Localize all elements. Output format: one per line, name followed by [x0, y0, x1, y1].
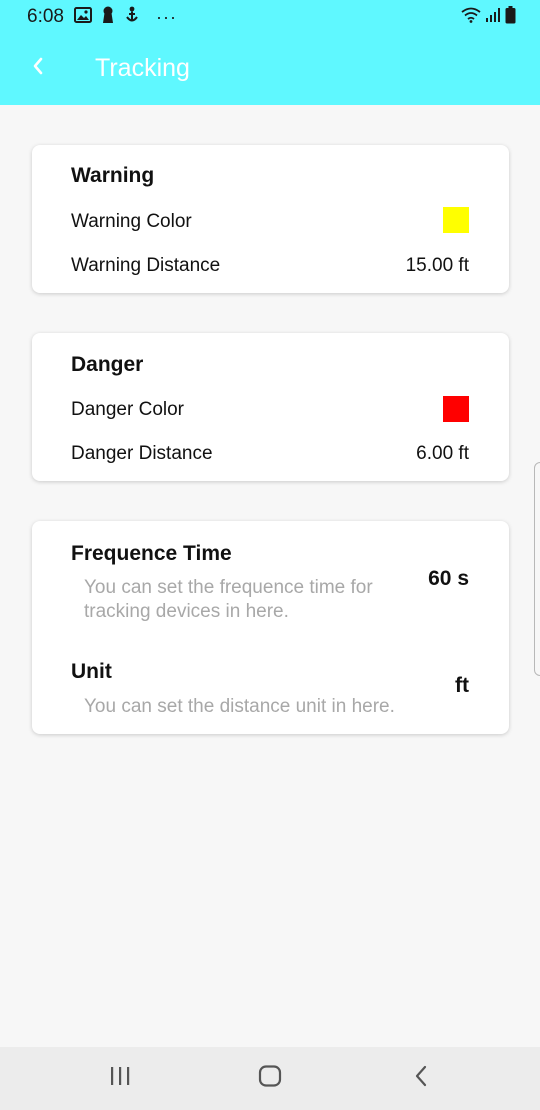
- back-button[interactable]: [18, 46, 58, 90]
- danger-card: Danger Danger Color Danger Distance 6.00…: [32, 333, 509, 481]
- danger-color-swatch[interactable]: [443, 396, 469, 422]
- home-button[interactable]: [248, 1061, 292, 1095]
- status-system-icons: [461, 5, 516, 29]
- frequence-title: Frequence Time: [71, 542, 232, 565]
- danger-color-label: Danger Color: [71, 399, 184, 420]
- unit-description: You can set the distance unit in here.: [84, 696, 395, 717]
- nav-back-button[interactable]: [399, 1061, 443, 1095]
- frequence-value[interactable]: 60 s: [428, 567, 469, 591]
- frequence-description: You can set the frequence time for track…: [84, 577, 373, 622]
- warning-card: Warning Warning Color Warning Distance 1…: [32, 145, 509, 293]
- warning-distance-value[interactable]: 15.00 ft: [406, 255, 469, 277]
- warning-color-label: Warning Color: [71, 211, 192, 232]
- recents-button[interactable]: [98, 1061, 142, 1095]
- danger-title: Danger: [71, 353, 144, 376]
- status-bar: 6:08 ···: [0, 0, 540, 34]
- top-header: 6:08 ··· Tracking: [0, 0, 540, 105]
- status-notification-icons: ···: [74, 6, 177, 28]
- navigation-bar: [0, 1047, 540, 1110]
- warning-distance-label: Warning Distance: [71, 255, 221, 276]
- status-time: 6:08: [27, 6, 64, 27]
- danger-distance-label: Danger Distance: [71, 443, 213, 464]
- back-arrow-icon: [31, 56, 45, 81]
- recents-icon: [109, 1066, 131, 1091]
- signal-icon: [485, 7, 501, 28]
- wifi-icon: [461, 7, 481, 28]
- more-notifications-icon: ···: [156, 7, 177, 27]
- warning-title: Warning: [71, 164, 155, 187]
- warning-color-swatch[interactable]: [443, 207, 469, 233]
- danger-distance-value[interactable]: 6.00 ft: [416, 443, 469, 465]
- image-icon: [74, 6, 92, 28]
- edge-panel-handle[interactable]: [534, 462, 540, 676]
- settings-card: Frequence Time You can set the frequence…: [32, 521, 509, 734]
- home-icon: [258, 1064, 282, 1092]
- app-bar: Tracking: [0, 34, 540, 105]
- app-screen: 6:08 ··· Tracking Warning Warning Color …: [0, 0, 540, 1110]
- unit-title: Unit: [71, 660, 112, 683]
- page-title: Tracking: [95, 54, 190, 82]
- nav-back-icon: [413, 1065, 429, 1092]
- anchor-person-icon: [124, 6, 140, 29]
- unit-value[interactable]: ft: [455, 674, 469, 698]
- battery-icon: [505, 5, 516, 29]
- keyhole-icon: [102, 6, 114, 29]
